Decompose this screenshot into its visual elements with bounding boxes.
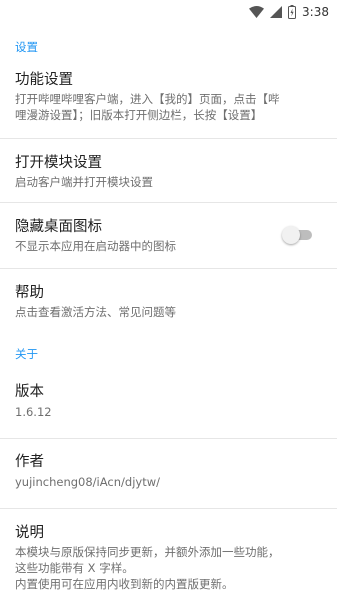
preference-list: 设置 功能设置 打开哔哩哔哩客户端，进入【我的】页面，点击【哔 哩漫游设置】；旧… xyxy=(0,24,337,597)
pref-help[interactable]: 帮助 点击查看激活方法、常见问题等 xyxy=(0,269,337,334)
clock: 3:38 xyxy=(302,5,329,19)
pref-title: 版本 xyxy=(15,384,44,400)
pref-function-settings[interactable]: 功能设置 打开哔哩哔哩客户端，进入【我的】页面，点击【哔 哩漫游设置】；旧版本打… xyxy=(0,60,337,139)
battery-charging-icon xyxy=(288,5,297,19)
signal-icon xyxy=(270,6,283,18)
category-settings: 设置 xyxy=(15,40,38,54)
category-about: 关于 xyxy=(15,347,38,361)
pref-description[interactable]: 说明 本模块与原版保持同步更新，并额外添加一些功能， 这些功能带有 X 字样。 … xyxy=(0,509,337,597)
pref-title: 功能设置 xyxy=(15,72,73,88)
pref-hide-launcher-icon[interactable]: 隐藏桌面图标 不显示本应用在启动器中的图标 xyxy=(0,203,337,269)
pref-summary-line-2: 这些功能带有 X 字样。 xyxy=(15,561,134,575)
pref-summary-line-2: 哩漫游设置】；旧版本打开侧边栏，长按【设置】 xyxy=(15,108,263,122)
pref-author[interactable]: 作者 yujincheng08/iAcn/djytw/ xyxy=(0,439,337,509)
pref-summary: 点击查看激活方法、常见问题等 xyxy=(15,305,176,319)
pref-title: 作者 xyxy=(15,454,44,470)
status-bar: 3:38 xyxy=(0,0,337,24)
pref-summary: 不显示本应用在启动器中的图标 xyxy=(15,239,176,253)
pref-title: 隐藏桌面图标 xyxy=(15,219,102,235)
pref-summary: 1.6.12 xyxy=(15,405,52,419)
pref-title: 说明 xyxy=(15,525,44,541)
pref-summary-line-3: 内置使用可在应用内收到新的内置版更新。 xyxy=(15,577,234,591)
pref-summary: 启动客户端并打开模块设置 xyxy=(15,175,153,189)
pref-version[interactable]: 版本 1.6.12 xyxy=(0,370,337,439)
toggle-thumb xyxy=(282,226,300,244)
pref-title: 帮助 xyxy=(15,285,44,301)
pref-title: 打开模块设置 xyxy=(15,155,102,171)
pref-summary: yujincheng08/iAcn/djytw/ xyxy=(15,475,160,489)
hide-icon-toggle[interactable] xyxy=(282,225,312,245)
pref-summary-line-1: 打开哔哩哔哩客户端，进入【我的】页面，点击【哔 xyxy=(15,92,280,106)
pref-summary-line-1: 本模块与原版保持同步更新，并额外添加一些功能， xyxy=(15,545,280,559)
pref-open-module-settings[interactable]: 打开模块设置 启动客户端并打开模块设置 xyxy=(0,139,337,203)
wifi-icon xyxy=(249,6,265,18)
